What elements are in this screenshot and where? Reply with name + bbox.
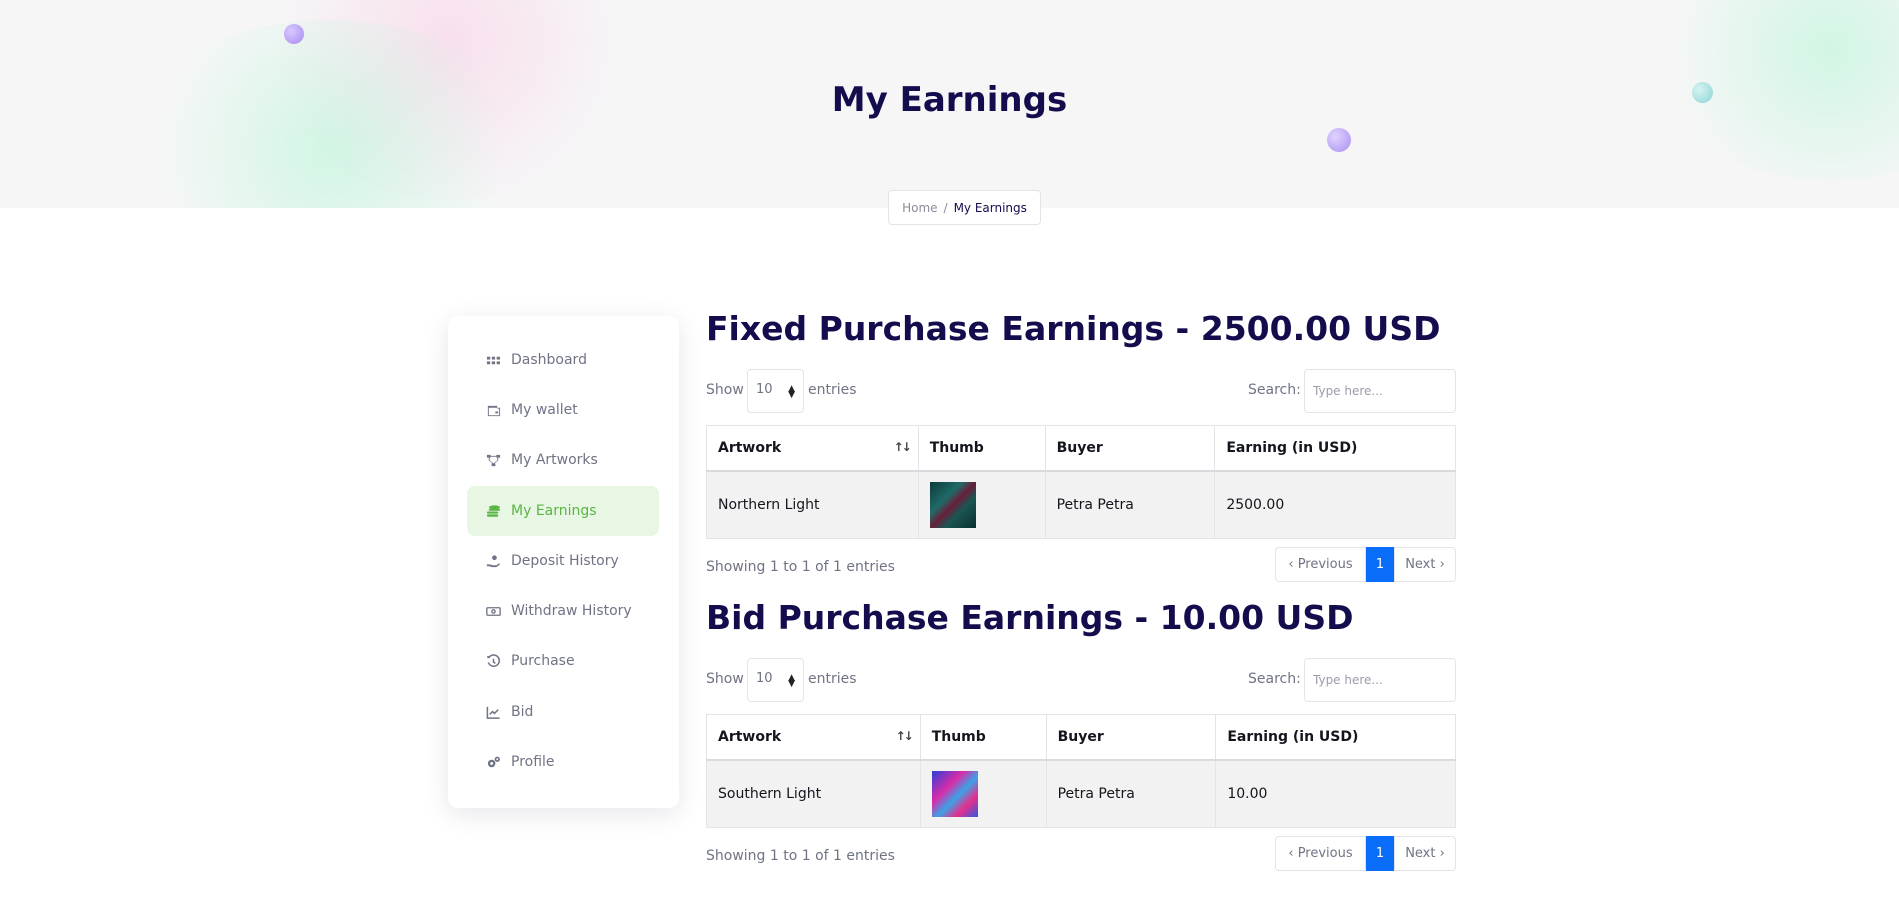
artwork-thumbnail[interactable] <box>929 481 976 528</box>
breadcrumb-home-link[interactable]: Home <box>902 201 937 215</box>
artwork-thumbnail[interactable] <box>931 770 978 817</box>
cell-artwork: Northern Light <box>706 470 919 539</box>
entries-per-page-select[interactable]: 10 ▲ ▼ <box>747 369 804 413</box>
column-header-earning: Earning (in USD) <box>1214 425 1456 472</box>
page-hero: My Earnings <box>0 0 1899 208</box>
sidebar-item-label: Dashboard <box>511 352 587 368</box>
search-label: Search: <box>1248 671 1301 687</box>
search-input[interactable]: Type here... <box>1304 369 1456 413</box>
previous-page-button[interactable]: ‹ Previous <box>1275 836 1366 871</box>
sidebar-item-label: My wallet <box>511 402 578 418</box>
money-bill-icon <box>485 603 501 619</box>
entries-select-value: 10 <box>756 671 773 686</box>
sidebar-item-label: Deposit History <box>511 553 619 569</box>
next-page-button[interactable]: Next › <box>1394 547 1456 582</box>
sidebar-item-label: Bid <box>511 704 534 720</box>
column-header-buyer: Buyer <box>1044 425 1216 472</box>
page-1-button[interactable]: 1 <box>1366 547 1394 582</box>
select-arrows-icon: ▲ ▼ <box>788 384 795 400</box>
fixed-earnings-table: Artwork ↑↓ Thumb Buyer Earning (in USD) N… <box>706 425 1456 539</box>
entries-per-page-select[interactable]: 10 ▲ ▼ <box>747 658 804 702</box>
cell-thumb <box>919 759 1047 828</box>
fixed-table-controls: Show 10 ▲ ▼ entries Search: Type here... <box>706 369 1456 413</box>
page-title: My Earnings <box>831 80 1068 120</box>
table-info: Showing 1 to 1 of 1 entries <box>706 848 895 864</box>
bid-table-controls: Show 10 ▲ ▼ entries Search: Type here... <box>706 658 1456 702</box>
next-page-button[interactable]: Next › <box>1394 836 1456 871</box>
sidebar-item-my-earnings[interactable]: My Earnings <box>467 486 659 536</box>
sidebar-item-my-artworks[interactable]: My Artworks <box>467 435 659 485</box>
sidebar-item-label: Purchase <box>511 653 575 669</box>
select-arrows-icon: ▲ ▼ <box>788 673 795 689</box>
sidebar-item-purchase[interactable]: Purchase <box>467 636 659 686</box>
sidebar-item-label: Withdraw History <box>511 603 632 619</box>
search-input[interactable]: Type here... <box>1304 658 1456 702</box>
fixed-earnings-title: Fixed Purchase Earnings - 2500.00 USD <box>706 309 1441 348</box>
chart-line-icon <box>485 704 501 720</box>
column-header-buyer: Buyer <box>1045 714 1217 761</box>
decorative-bubble <box>1327 128 1351 152</box>
sidebar-item-profile[interactable]: Profile <box>467 737 659 787</box>
table-header-row: Artwork ↑↓ Thumb Buyer Earning (in USD) <box>706 425 1456 472</box>
column-header-artwork[interactable]: Artwork ↑↓ <box>706 425 919 472</box>
sidebar-item-withdraw-history[interactable]: Withdraw History <box>467 586 659 636</box>
sidebar-item-label: My Artworks <box>511 452 598 468</box>
cell-artwork: Southern Light <box>706 759 921 828</box>
sidebar-item-label: My Earnings <box>511 503 597 519</box>
sidebar-item-label: Profile <box>511 754 555 770</box>
bid-earnings-title: Bid Purchase Earnings - 10.00 USD <box>706 598 1354 637</box>
sidebar-item-bid[interactable]: Bid <box>467 687 659 737</box>
account-sidebar: Dashboard My wallet My Artworks My Earni… <box>448 316 679 808</box>
cell-earning: 10.00 <box>1215 759 1456 828</box>
bid-earnings-table: Artwork ↑↓ Thumb Buyer Earning (in USD) S… <box>706 714 1456 828</box>
breadcrumb: Home / My Earnings <box>888 190 1041 225</box>
previous-page-button[interactable]: ‹ Previous <box>1275 547 1366 582</box>
sitemap-icon <box>485 452 501 468</box>
search-label: Search: <box>1248 382 1301 398</box>
cell-earning: 2500.00 <box>1214 470 1456 539</box>
coins-icon <box>485 503 501 519</box>
grid-icon <box>485 352 501 368</box>
show-label: Show <box>706 671 744 687</box>
table-info: Showing 1 to 1 of 1 entries <box>706 559 895 575</box>
cell-thumb <box>917 470 1046 539</box>
sort-icon: ↑↓ <box>893 440 912 454</box>
bid-pagination: ‹ Previous 1 Next › <box>1275 836 1456 871</box>
show-label: Show <box>706 382 744 398</box>
table-header-row: Artwork ↑↓ Thumb Buyer Earning (in USD) <box>706 714 1456 761</box>
breadcrumb-separator: / <box>943 200 948 215</box>
entries-label: entries <box>808 382 857 398</box>
breadcrumb-current: My Earnings <box>953 200 1027 215</box>
sidebar-item-my-wallet[interactable]: My wallet <box>467 385 659 435</box>
entries-select-value: 10 <box>756 382 773 397</box>
history-icon <box>485 653 501 669</box>
cell-buyer: Petra Petra <box>1045 759 1217 828</box>
entries-label: entries <box>808 671 857 687</box>
column-header-thumb: Thumb <box>919 714 1047 761</box>
fixed-pagination: ‹ Previous 1 Next › <box>1275 547 1456 582</box>
sidebar-item-dashboard[interactable]: Dashboard <box>467 335 659 385</box>
decorative-bubble <box>284 24 304 44</box>
cell-buyer: Petra Petra <box>1044 470 1216 539</box>
column-header-artwork[interactable]: Artwork ↑↓ <box>706 714 921 761</box>
table-row: Southern Light Petra Petra 10.00 <box>706 759 1456 828</box>
column-header-thumb: Thumb <box>917 425 1046 472</box>
column-header-earning: Earning (in USD) <box>1215 714 1456 761</box>
table-row: Northern Light Petra Petra 2500.00 <box>706 470 1456 539</box>
wallet-icon <box>485 402 501 418</box>
sort-icon: ↑↓ <box>895 729 914 743</box>
gears-icon <box>485 754 501 770</box>
page-1-button[interactable]: 1 <box>1366 836 1394 871</box>
hand-coin-icon <box>485 553 501 569</box>
sidebar-item-deposit-history[interactable]: Deposit History <box>467 536 659 586</box>
